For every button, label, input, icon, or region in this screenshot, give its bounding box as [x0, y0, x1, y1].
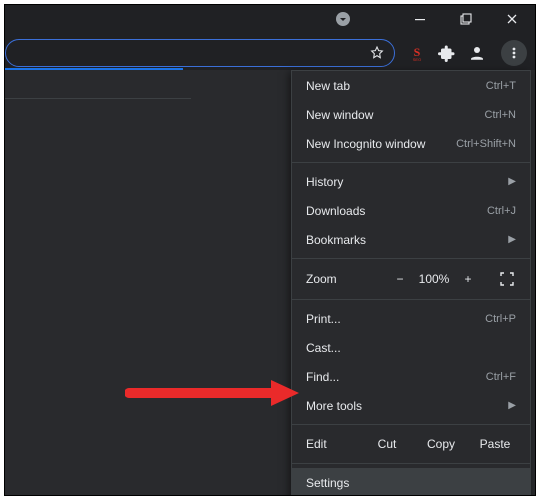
bookmark-star-icon[interactable]	[368, 44, 386, 62]
menu-item-cast[interactable]: Cast...	[292, 333, 530, 362]
menu-shortcut: Ctrl+N	[485, 109, 516, 121]
menu-label: Zoom	[306, 272, 386, 286]
menu-separator	[292, 162, 530, 163]
maximize-button[interactable]	[443, 5, 489, 33]
menu-separator	[292, 299, 530, 300]
close-button[interactable]	[489, 5, 535, 33]
menu-label: Edit	[306, 437, 360, 451]
chevron-right-icon: ▶	[508, 176, 516, 187]
extension-seo-icon[interactable]: SSEO	[407, 43, 427, 63]
chevron-right-icon: ▶	[508, 234, 516, 245]
content-divider	[5, 98, 191, 99]
menu-label: Find...	[306, 370, 339, 384]
menu-item-settings[interactable]: Settings	[292, 468, 530, 496]
menu-item-history[interactable]: History ▶	[292, 167, 530, 196]
menu-label: Settings	[306, 476, 349, 490]
menu-label: Downloads	[306, 204, 365, 218]
chrome-main-menu: New tab Ctrl+T New window Ctrl+N New Inc…	[291, 70, 531, 496]
menu-kebab-button[interactable]	[501, 40, 527, 66]
menu-item-find[interactable]: Find... Ctrl+F	[292, 362, 530, 391]
edit-paste-button[interactable]: Paste	[468, 437, 522, 451]
menu-label: Cast...	[306, 341, 341, 355]
chevron-right-icon: ▶	[508, 400, 516, 411]
menu-separator	[292, 463, 530, 464]
menu-label: New window	[306, 108, 373, 122]
menu-item-new-tab[interactable]: New tab Ctrl+T	[292, 71, 530, 100]
menu-item-new-incognito[interactable]: New Incognito window Ctrl+Shift+N	[292, 129, 530, 158]
zoom-in-button[interactable]: +	[454, 272, 482, 286]
menu-label: Bookmarks	[306, 233, 366, 247]
menu-label: New tab	[306, 79, 350, 93]
profile-avatar-icon[interactable]	[467, 43, 487, 63]
menu-shortcut: Ctrl+T	[486, 80, 516, 92]
menu-item-more-tools[interactable]: More tools ▶	[292, 391, 530, 420]
toolbar: SSEO	[5, 38, 535, 68]
minimize-button[interactable]	[397, 5, 443, 33]
menu-label: Print...	[306, 312, 341, 326]
zoom-out-button[interactable]: −	[386, 272, 414, 286]
menu-item-bookmarks[interactable]: Bookmarks ▶	[292, 225, 530, 254]
edit-copy-button[interactable]: Copy	[414, 437, 468, 451]
menu-shortcut: Ctrl+P	[485, 313, 516, 325]
extension-icons: SSEO	[407, 40, 533, 66]
menu-item-zoom: Zoom − 100% +	[292, 263, 530, 295]
menu-label: History	[306, 175, 343, 189]
window-controls	[397, 5, 535, 33]
menu-item-new-window[interactable]: New window Ctrl+N	[292, 100, 530, 129]
zoom-value: 100%	[414, 272, 454, 286]
menu-label: New Incognito window	[306, 137, 425, 151]
menu-item-print[interactable]: Print... Ctrl+P	[292, 304, 530, 333]
svg-text:SEO: SEO	[413, 57, 421, 62]
extensions-puzzle-icon[interactable]	[437, 43, 457, 63]
menu-item-edit-row: Edit Cut Copy Paste	[292, 429, 530, 459]
menu-label: More tools	[306, 399, 362, 413]
address-bar[interactable]	[5, 39, 395, 67]
menu-shortcut: Ctrl+Shift+N	[456, 138, 516, 150]
site-info-icon[interactable]	[335, 11, 351, 27]
menu-separator	[292, 258, 530, 259]
menu-shortcut: Ctrl+J	[487, 205, 516, 217]
edit-cut-button[interactable]: Cut	[360, 437, 414, 451]
browser-window: SSEO New tab Ctrl+T New window Ctrl+N	[4, 4, 536, 496]
fullscreen-icon[interactable]	[494, 272, 520, 286]
menu-item-downloads[interactable]: Downloads Ctrl+J	[292, 196, 530, 225]
menu-separator	[292, 424, 530, 425]
menu-shortcut: Ctrl+F	[486, 371, 516, 383]
